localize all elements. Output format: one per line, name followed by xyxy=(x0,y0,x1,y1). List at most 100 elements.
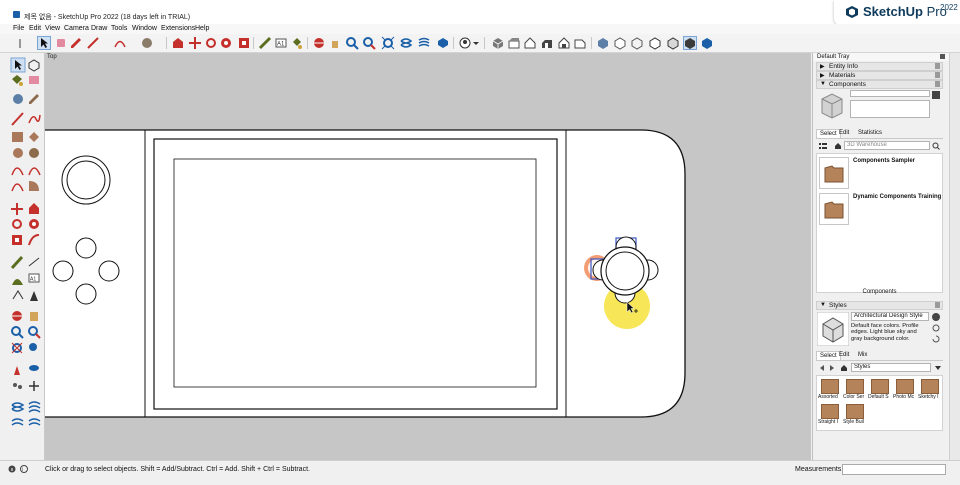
style-tile[interactable]: Sketchy I xyxy=(918,379,942,403)
component-details-icon[interactable] xyxy=(932,91,940,99)
list-item[interactable]: Dynamic Components Training xyxy=(817,193,943,227)
text-icon[interactable]: A1 xyxy=(274,36,288,50)
menu-file[interactable]: File xyxy=(13,25,24,32)
forward-arrow-icon[interactable] xyxy=(828,364,836,372)
tab-divider xyxy=(816,138,943,139)
top-view-icon[interactable] xyxy=(507,36,521,50)
hidden-line-icon[interactable] xyxy=(648,36,662,50)
model-canvas[interactable] xyxy=(45,53,811,460)
section-entity-info[interactable]: ▶ Entity Info xyxy=(816,62,943,71)
pencil-icon[interactable] xyxy=(69,36,83,50)
iso-view-icon[interactable] xyxy=(491,36,505,50)
front-view-icon[interactable] xyxy=(523,36,537,50)
style-tile[interactable]: Style Buil xyxy=(843,404,867,428)
create-style-icon[interactable] xyxy=(932,313,940,321)
shape-icon[interactable] xyxy=(140,36,154,50)
push-pull-icon[interactable] xyxy=(171,36,185,50)
toolbar-handle-icon xyxy=(14,36,28,50)
select-arrow-icon[interactable] xyxy=(37,36,51,50)
style-tile[interactable]: Straight I xyxy=(818,404,842,428)
tab-styles-edit[interactable]: Edit xyxy=(836,351,852,360)
pin-icon[interactable] xyxy=(940,54,945,59)
list-item[interactable]: Components Sampler xyxy=(817,157,943,191)
component-name-field[interactable] xyxy=(850,90,930,97)
warehouse-icon[interactable] xyxy=(399,36,413,50)
pan-icon[interactable] xyxy=(328,36,342,50)
chevron-down-icon[interactable] xyxy=(471,36,485,50)
tool-palette: A1 xyxy=(0,53,45,460)
menu-window[interactable]: Window xyxy=(132,25,157,32)
textured-icon[interactable] xyxy=(683,36,697,50)
arc-icon xyxy=(11,167,24,176)
tray-scrollbar[interactable] xyxy=(949,53,960,460)
rectangle-icon xyxy=(12,132,23,142)
folder-icon xyxy=(921,379,939,394)
style-tile[interactable]: Assorted xyxy=(818,379,842,403)
tab-styles-mix[interactable]: Mix xyxy=(855,351,870,360)
search-icon[interactable] xyxy=(932,142,940,150)
line-icon[interactable] xyxy=(86,36,100,50)
details-arrow-icon[interactable] xyxy=(934,364,942,372)
user-icon[interactable] xyxy=(458,36,472,50)
menu-extensions[interactable]: Extensions xyxy=(161,25,195,32)
back-view-icon[interactable] xyxy=(557,36,571,50)
monochrome-icon[interactable] xyxy=(700,36,714,50)
extension-warehouse-icon[interactable] xyxy=(417,36,431,50)
left-view-icon[interactable] xyxy=(573,36,587,50)
refresh-icon[interactable] xyxy=(932,335,940,343)
orbit-icon[interactable] xyxy=(312,36,326,50)
tape-measure-icon[interactable] xyxy=(258,36,272,50)
shaded-icon[interactable] xyxy=(666,36,680,50)
wireframe-icon[interactable] xyxy=(630,36,644,50)
close-icon[interactable] xyxy=(935,302,940,308)
eraser-icon[interactable] xyxy=(54,36,68,50)
tape-measure-icon xyxy=(10,255,24,270)
style-tile[interactable]: Photo Mc xyxy=(893,379,917,403)
dpad-up xyxy=(75,237,97,259)
arc-icon[interactable] xyxy=(113,36,127,50)
section-styles[interactable]: ▼ Styles xyxy=(816,301,943,310)
menu-draw[interactable]: Draw xyxy=(91,25,107,32)
menu-help[interactable]: Help xyxy=(195,25,209,32)
tab-statistics[interactable]: Statistics xyxy=(855,129,885,138)
scale-icon[interactable] xyxy=(237,36,251,50)
warehouse-search-input[interactable]: 3D Warehouse xyxy=(844,141,930,150)
paint-bucket-icon[interactable] xyxy=(290,36,304,50)
tab-edit[interactable]: Edit xyxy=(836,129,852,138)
close-icon[interactable] xyxy=(935,72,940,78)
style-name-field[interactable]: Architectural Design Style xyxy=(851,312,929,321)
component-description-field[interactable] xyxy=(850,100,930,118)
menu-camera[interactable]: Camera xyxy=(64,25,89,32)
style-tile[interactable]: Color Ser xyxy=(843,379,867,403)
home-icon[interactable] xyxy=(840,364,848,372)
zoom-icon[interactable] xyxy=(345,36,359,50)
styles-collection-select[interactable]: Styles xyxy=(851,363,931,372)
section-materials[interactable]: ▶ Materials xyxy=(816,71,943,80)
zoom-extents-icon[interactable] xyxy=(381,36,395,50)
close-icon[interactable] xyxy=(935,81,940,87)
folder-icon xyxy=(896,379,914,394)
view-options-icon[interactable] xyxy=(819,142,827,150)
menu-view[interactable]: View xyxy=(45,25,60,32)
xray-icon[interactable] xyxy=(596,36,610,50)
dimension-icon xyxy=(28,257,40,267)
back-edges-icon[interactable] xyxy=(613,36,627,50)
home-icon[interactable] xyxy=(834,142,842,150)
back-arrow-icon[interactable] xyxy=(818,364,826,372)
move-icon[interactable] xyxy=(188,36,202,50)
style-tile[interactable]: Default S xyxy=(868,379,892,403)
section-components[interactable]: ▼ Components xyxy=(816,80,943,89)
right-view-icon[interactable] xyxy=(540,36,554,50)
zoom-window-icon[interactable] xyxy=(362,36,376,50)
menu-tools[interactable]: Tools xyxy=(111,25,127,32)
close-icon[interactable] xyxy=(935,63,940,69)
extension-manager-icon[interactable] xyxy=(436,36,450,50)
menu-edit[interactable]: Edit xyxy=(29,25,41,32)
sketchup-logo-icon xyxy=(846,6,858,18)
measurements-input[interactable] xyxy=(842,464,946,475)
update-style-icon[interactable] xyxy=(932,324,940,332)
follow-me-icon[interactable] xyxy=(219,36,233,50)
status-message: Click or drag to select objects. Shift =… xyxy=(45,466,310,473)
rotate-icon[interactable] xyxy=(204,36,218,50)
drawing-viewport[interactable]: Top xyxy=(45,53,811,460)
